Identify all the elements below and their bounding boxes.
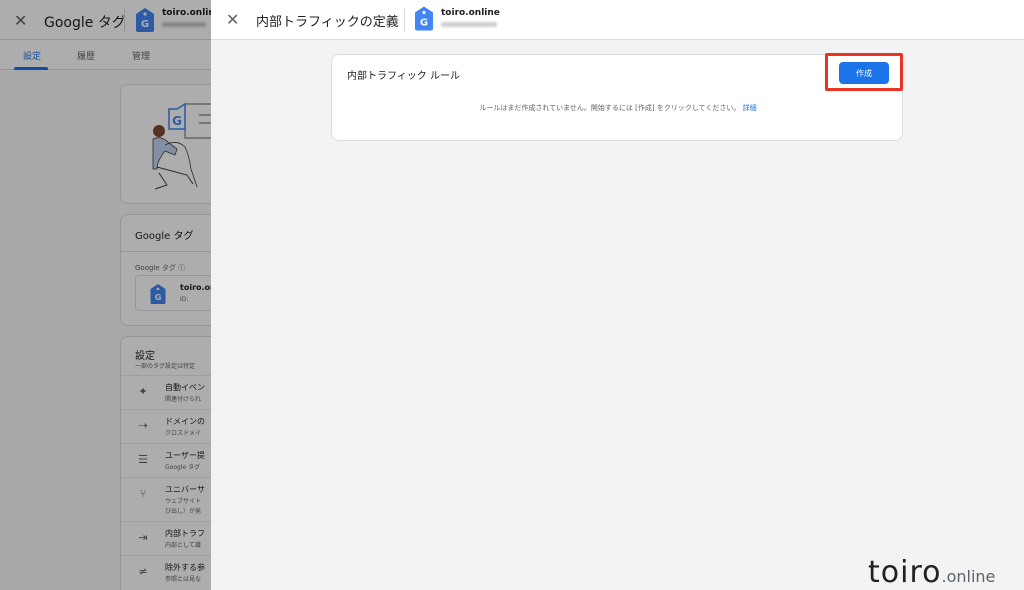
panel-header-divider bbox=[404, 8, 405, 32]
empty-state-text: ルールはまだ作成されていません。開始するには [作成] をクリックしてください。 bbox=[479, 104, 741, 112]
details-link[interactable]: 詳細 bbox=[743, 104, 757, 112]
panel-title: 内部トラフィックの定義 bbox=[256, 15, 399, 30]
empty-state-message: ルールはまだ作成されていません。開始するには [作成] をクリックしてください。… bbox=[332, 103, 904, 113]
google-tag-icon: G bbox=[415, 6, 433, 31]
internal-traffic-rules-card: 内部トラフィック ルール 作成 ルールはまだ作成されていません。開始するには [… bbox=[331, 54, 903, 141]
panel-site-name: toiro.online bbox=[441, 8, 500, 18]
rules-card-title: 内部トラフィック ルール bbox=[347, 71, 460, 82]
svg-text:G: G bbox=[420, 18, 428, 29]
watermark-main: toiro bbox=[868, 555, 942, 590]
modal-scrim[interactable] bbox=[0, 0, 211, 590]
internal-traffic-panel: ✕ 内部トラフィックの定義 G toiro.online 内部トラフィック ルー… bbox=[211, 0, 1024, 590]
close-icon[interactable]: ✕ bbox=[226, 10, 239, 29]
watermark-sub: .online bbox=[941, 567, 996, 586]
panel-header: ✕ 内部トラフィックの定義 G toiro.online bbox=[211, 0, 1024, 40]
watermark-logo: toiro.online bbox=[868, 555, 995, 590]
panel-site-id-blurred bbox=[441, 22, 497, 27]
create-button[interactable]: 作成 bbox=[839, 62, 889, 84]
